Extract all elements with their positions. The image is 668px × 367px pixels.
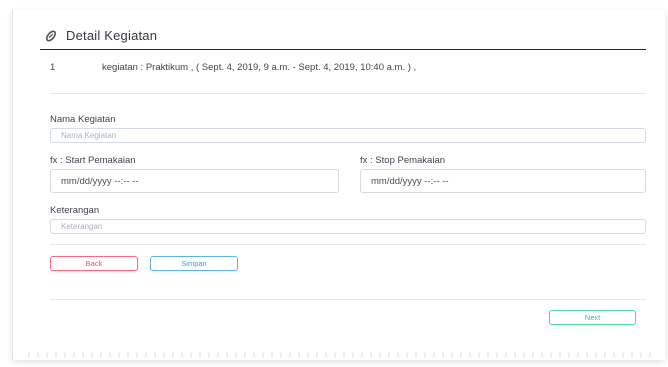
nama-kegiatan-placeholder: Nama Kegiatan — [61, 131, 117, 140]
back-button[interactable]: Back — [50, 256, 138, 271]
divider — [50, 299, 646, 300]
stop-pemakaian-value: mm/dd/yyyy --:-- -- — [371, 175, 449, 187]
row-number: 1 — [50, 62, 56, 73]
stop-pemakaian-input[interactable]: mm/dd/yyyy --:-- -- — [360, 169, 646, 193]
simpan-button-label: Simpan — [181, 259, 207, 268]
page-title: Detail Kegiatan — [66, 28, 158, 43]
start-pemakaian-input[interactable]: mm/dd/yyyy --:-- -- — [50, 169, 339, 193]
nama-kegiatan-input[interactable]: Nama Kegiatan — [50, 128, 646, 143]
bottom-edge — [28, 352, 658, 358]
simpan-button[interactable]: Simpan — [150, 256, 238, 271]
next-button-label: Next — [584, 313, 601, 322]
divider — [50, 244, 646, 245]
panel-header: Detail Kegiatan — [40, 22, 646, 50]
keterangan-placeholder: Keterangan — [61, 222, 103, 231]
activity-summary: kegiatan : Praktikum , ( Sept. 4, 2019, … — [102, 62, 417, 73]
back-button-label: Back — [85, 259, 103, 268]
stop-pemakaian-label: fx : Stop Pemakaian — [360, 155, 446, 166]
keterangan-input[interactable]: Keterangan — [50, 219, 646, 234]
start-pemakaian-value: mm/dd/yyyy --:-- -- — [61, 175, 139, 187]
next-button[interactable]: Next — [549, 310, 636, 325]
divider — [50, 93, 646, 94]
start-pemakaian-label: fx : Start Pemakaian — [50, 155, 136, 166]
paperclip-icon — [44, 29, 58, 43]
nama-kegiatan-label: Nama Kegiatan — [50, 114, 116, 125]
keterangan-label: Keterangan — [50, 205, 100, 216]
